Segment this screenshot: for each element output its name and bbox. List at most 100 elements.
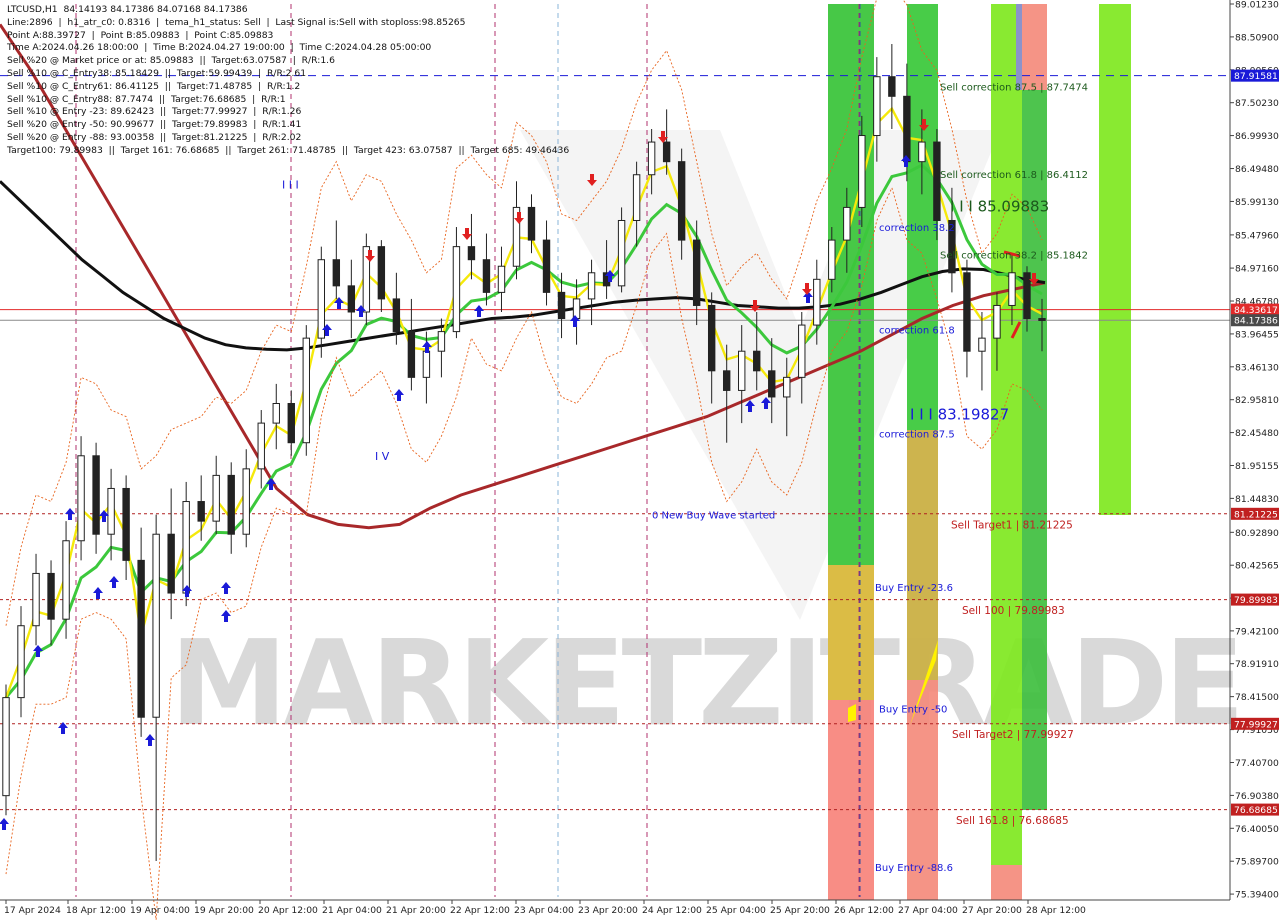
info-panel: LTCUSD,H1 84.14193 84.17386 84.07168 84.… [7, 4, 569, 158]
candle-body [497, 265, 506, 293]
annotation-label: 0 New Buy Wave started [652, 511, 775, 522]
x-tick-label: 23 Apr 04:00 [514, 905, 574, 916]
annotation-label: Sell 161.8 | 76.68685 [956, 815, 1069, 827]
info-line: Line:2896 | h1_atr_c0: 0.8316 | tema_h1_… [7, 16, 466, 28]
candle-body [647, 141, 656, 176]
candle-body [828, 239, 836, 280]
info-line: Sell %20 @ Entry -88: 93.00358 || Target… [7, 131, 302, 143]
zone-band [828, 4, 874, 565]
candle-body [257, 422, 265, 470]
y-tick-label: 89.01230 [1235, 0, 1279, 11]
candle-body [677, 161, 686, 241]
info-line: Sell %10 @ Entry -23: 89.62423 || Target… [7, 106, 302, 118]
info-line: Time A:2024.04.26 18:00:00 | Time B:2024… [7, 42, 432, 54]
candle-body [467, 246, 476, 261]
x-tick-label: 21 Apr 20:00 [386, 905, 446, 916]
candle-body [617, 219, 626, 287]
candle-body [92, 455, 100, 535]
candle-body [137, 559, 145, 718]
x-tick-label: 21 Apr 04:00 [322, 905, 382, 916]
x-tick-label: 27 Apr 04:00 [898, 905, 958, 916]
candle-body [933, 141, 941, 221]
annotation-label: Buy Entry -88.6 [875, 863, 953, 874]
info-line: Sell %10 @ C_Entry61: 86.41125 || Target… [7, 80, 301, 92]
candle-body [302, 337, 310, 444]
candle-body [17, 625, 25, 699]
x-tick-label: 25 Apr 04:00 [706, 905, 766, 916]
y-tick-label: 82.95810 [1235, 395, 1279, 406]
candle-body [662, 141, 671, 163]
candle-body [587, 272, 596, 300]
x-tick-label: 24 Apr 12:00 [642, 905, 702, 916]
candle-body [632, 174, 641, 221]
x-tick-label: 25 Apr 20:00 [770, 905, 830, 916]
x-tick-label: 23 Apr 20:00 [578, 905, 638, 916]
y-tick-label: 75.39400 [1235, 890, 1279, 901]
x-tick-label: 20 Apr 12:00 [258, 905, 318, 916]
candle-body [963, 272, 971, 352]
annotation-label: I I I [282, 179, 299, 192]
candle-body [722, 370, 731, 391]
x-tick-label: 28 Apr 12:00 [1026, 905, 1086, 916]
candle-body [47, 572, 55, 620]
annotation-label: I I I 85.09883 [950, 197, 1049, 215]
zone-band [1022, 4, 1047, 90]
y-tick-label: 85.99130 [1235, 197, 1279, 208]
annotation-label: Sell correction 61.8 | 86.4112 [940, 170, 1088, 181]
candle-body [197, 501, 205, 522]
annotation-label: Buy Entry -50 [879, 705, 947, 716]
candle-body [182, 501, 190, 594]
x-tick-label: 26 Apr 12:00 [834, 905, 894, 916]
y-tick-label: 87.50230 [1235, 98, 1279, 109]
candle-body [888, 76, 896, 97]
candle-body [332, 259, 341, 287]
candle-body [813, 278, 821, 326]
candle-body [437, 331, 446, 352]
y-tick-label: 82.45480 [1235, 428, 1279, 439]
price-tag-label: 87.91581 [1234, 71, 1278, 82]
y-tick-label: 85.47960 [1235, 230, 1279, 241]
candle-body [347, 285, 356, 313]
x-tick-label: 27 Apr 20:00 [962, 905, 1022, 916]
zone-band [1016, 4, 1022, 90]
candle-body [993, 304, 1001, 339]
candle-body [452, 246, 461, 333]
candle-body [768, 370, 776, 398]
candle-body [422, 350, 431, 378]
y-tick-label: 81.95155 [1235, 461, 1279, 472]
candle-body [873, 76, 881, 137]
y-tick-label: 83.46130 [1235, 362, 1279, 373]
annotation-label: Sell Target2 | 77.99927 [952, 729, 1074, 741]
x-tick-label: 18 Apr 12:00 [66, 905, 126, 916]
y-tick-label: 80.42565 [1235, 561, 1279, 572]
candle-body [692, 239, 701, 306]
price-tag-label: 76.68685 [1234, 805, 1278, 816]
annotation-label: Sell 100 | 79.89983 [962, 605, 1065, 617]
candle-body [152, 533, 160, 718]
candle-body [392, 298, 401, 333]
candle-body [903, 95, 911, 163]
y-tick-label: 77.40700 [1235, 758, 1279, 769]
candle-body [707, 304, 716, 372]
candle-body [542, 239, 551, 293]
price-tag-label: 84.17386 [1234, 316, 1278, 327]
info-line: Sell %10 @ C_Entry38: 85.18429 || Target… [7, 67, 307, 79]
watermark-text: MARKETZITRADE [170, 614, 1241, 752]
y-tick-label: 78.91910 [1235, 659, 1279, 670]
x-tick-label: 19 Apr 20:00 [194, 905, 254, 916]
candle-body [572, 298, 581, 320]
info-line: Sell %10 @ C_Entry88: 87.7474 || Target:… [7, 93, 286, 105]
y-tick-label: 81.44830 [1235, 494, 1279, 505]
candle-body [377, 246, 386, 300]
info-line: Sell %20 @ Entry -50: 90.99677 || Target… [7, 119, 302, 131]
y-tick-label: 86.49480 [1235, 164, 1279, 175]
zone-band [828, 565, 874, 700]
candle-body [62, 540, 70, 620]
annotation-label: I V [375, 450, 390, 463]
candle-body [167, 533, 175, 594]
candle-body [783, 376, 791, 398]
candle-body [272, 402, 280, 424]
candle-body [317, 259, 326, 339]
y-tick-label: 84.97160 [1235, 264, 1279, 275]
price-tag-label: 81.21225 [1234, 509, 1278, 520]
